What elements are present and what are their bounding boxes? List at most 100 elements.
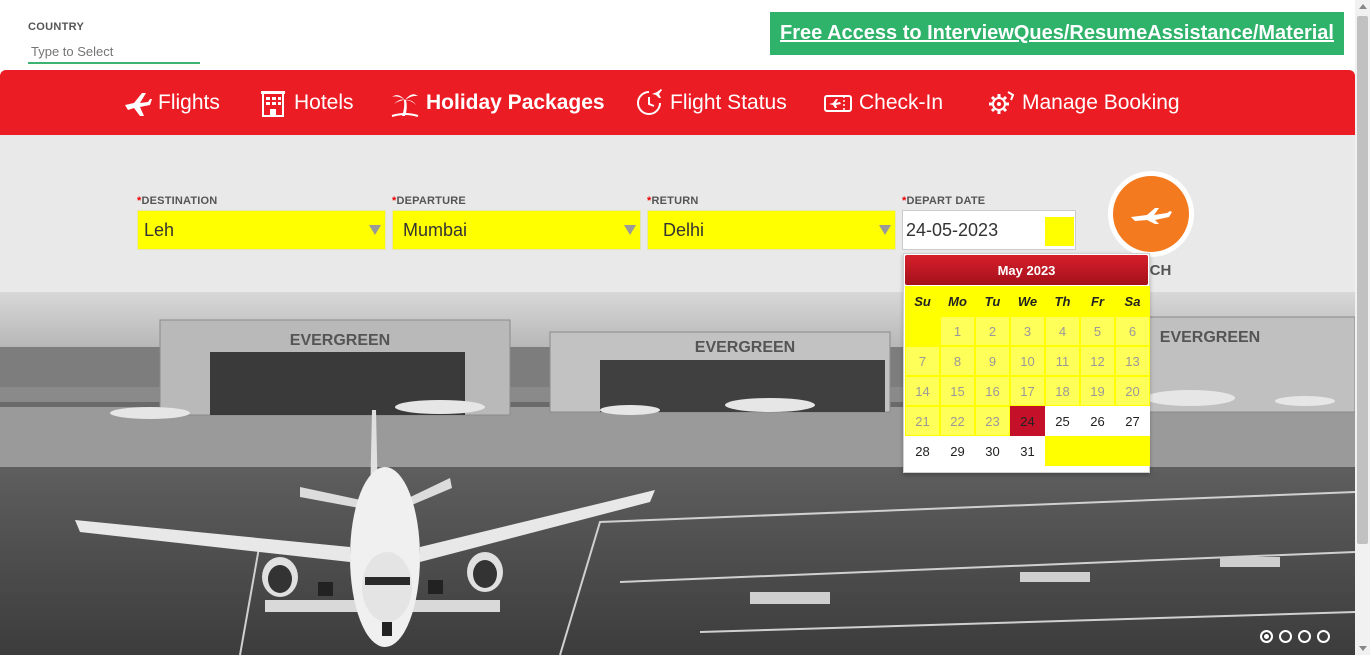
scroll-up-arrow-icon[interactable] (1359, 4, 1367, 9)
carousel-dot[interactable] (1260, 630, 1273, 643)
carousel-dots (1260, 630, 1330, 643)
weekday-label: Mo (940, 286, 975, 316)
clock-plane-icon (634, 88, 664, 118)
hangar-sign: EVERGREEN (695, 339, 795, 356)
nav-check-in[interactable]: Check-In (823, 86, 943, 120)
weekday-label: Tu (975, 286, 1010, 316)
weekday-label: Th (1045, 286, 1080, 316)
datepicker-empty-cell (905, 316, 940, 346)
departure-value: Mumbai (403, 219, 468, 240)
return-label: *RETURN (647, 195, 699, 207)
nav-holiday-packages[interactable]: Holiday Packages (390, 86, 605, 120)
datepicker-day-disabled: 7 (905, 346, 940, 376)
datepicker-week-row: 123456 (905, 316, 1150, 346)
nav-hotels-label: Hotels (294, 91, 354, 114)
airport-scene: EVERGREEN EVERGREEN EVERGREEN (0, 292, 1355, 655)
datepicker-day-disabled: 14 (905, 376, 940, 406)
datepicker-week-row: 21 22 23 24 25 26 27 (905, 406, 1150, 436)
destination-value: Leh (144, 219, 175, 240)
datepicker-week-row: 28 29 30 31 (905, 436, 1150, 466)
datepicker-day[interactable]: 31 (1010, 436, 1045, 466)
nav-flights-label: Flights (158, 91, 220, 114)
scrollbar-thumb[interactable] (1357, 16, 1368, 544)
datepicker-day-disabled: 2 (975, 316, 1010, 346)
nav-hotels[interactable]: Hotels (258, 86, 354, 120)
datepicker-day-disabled: 18 (1045, 376, 1080, 406)
gear-icon (986, 88, 1016, 118)
datepicker-day-disabled: 22 (940, 406, 975, 436)
nav-flights[interactable]: Flights (122, 86, 220, 120)
carousel-dot[interactable] (1317, 630, 1330, 643)
carousel-dot[interactable] (1279, 630, 1292, 643)
datepicker-day-disabled: 5 (1080, 316, 1115, 346)
weekday-label: Fr (1080, 286, 1115, 316)
datepicker-popup: May 2023 Su Mo Tu We Th Fr Sa 1 2 3 4 5 6 7 8 9 10 11 12 13… (903, 253, 1150, 473)
chevron-down-icon (879, 225, 891, 235)
return-select[interactable]: Delhi (647, 210, 896, 250)
promo-link[interactable]: Free Access to InterviewQues/ResumeAssis… (770, 12, 1344, 55)
datepicker-day-disabled: 10 (1010, 346, 1045, 376)
datepicker-day-disabled: 17 (1010, 376, 1045, 406)
scroll-down-arrow-icon[interactable] (1359, 646, 1367, 651)
datepicker-day-disabled: 23 (975, 406, 1010, 436)
palm-tree-icon (390, 88, 420, 118)
datepicker-day[interactable]: 29 (940, 436, 975, 466)
datepicker-day[interactable]: 25 (1045, 406, 1080, 436)
ticket-icon (823, 88, 853, 118)
datepicker-day-disabled: 11 (1045, 346, 1080, 376)
datepicker-day-disabled: 12 (1080, 346, 1115, 376)
nav-manage-booking-label: Manage Booking (1022, 91, 1180, 114)
carousel-dot[interactable] (1298, 630, 1311, 643)
datepicker-day-disabled: 3 (1010, 316, 1045, 346)
depart-date-value: 24-05-2023 (906, 219, 999, 240)
nav-flight-status-label: Flight Status (670, 91, 787, 114)
weekday-label: We (1010, 286, 1045, 316)
calendar-icon[interactable] (1045, 217, 1074, 246)
search-button[interactable] (1108, 171, 1194, 257)
datepicker-day-disabled: 20 (1115, 376, 1150, 406)
hotel-icon (258, 88, 288, 118)
nav-check-in-label: Check-In (859, 91, 944, 114)
main-nav: Flights Hotels Holiday Packages Flight S… (0, 70, 1355, 135)
destination-label: *DESTINATION (137, 195, 218, 207)
return-value: Delhi (663, 219, 705, 240)
datepicker-day-disabled: 4 (1045, 316, 1080, 346)
datepicker-month-title: May 2023 (905, 255, 1148, 285)
nav-holiday-packages-label: Holiday Packages (426, 91, 605, 114)
chevron-down-icon (369, 225, 381, 235)
hero-image: EVERGREEN EVERGREEN EVERGREEN (0, 292, 1355, 655)
plane-icon (1131, 208, 1172, 224)
departure-select[interactable]: Mumbai (392, 210, 641, 250)
chevron-down-icon (624, 225, 636, 235)
hangar-sign: EVERGREEN (1160, 329, 1260, 346)
country-input[interactable] (28, 40, 200, 64)
datepicker-day-disabled: 16 (975, 376, 1010, 406)
scrollbar[interactable] (1355, 0, 1370, 655)
datepicker-weekday-row: Su Mo Tu We Th Fr Sa (905, 286, 1150, 316)
depart-date-label: *DEPART DATE (902, 195, 986, 207)
datepicker-day-disabled: 1 (940, 316, 975, 346)
nav-flight-status[interactable]: Flight Status (634, 86, 787, 120)
hangar-sign: EVERGREEN (290, 332, 390, 349)
datepicker-empty-cell (1080, 436, 1115, 466)
datepicker-empty-cell (1045, 436, 1080, 466)
datepicker-day-disabled: 15 (940, 376, 975, 406)
datepicker-empty-cell (1115, 436, 1150, 466)
top-bar: COUNTRY Free Access to InterviewQues/Res… (0, 0, 1355, 70)
datepicker-day-disabled: 9 (975, 346, 1010, 376)
datepicker-day[interactable]: 26 (1080, 406, 1115, 436)
nav-manage-booking[interactable]: Manage Booking (986, 86, 1180, 120)
departure-label: *DEPARTURE (392, 195, 466, 207)
datepicker-day-disabled: 21 (905, 406, 940, 436)
weekday-label: Su (905, 286, 940, 316)
datepicker-day[interactable]: 28 (905, 436, 940, 466)
datepicker-day[interactable]: 30 (975, 436, 1010, 466)
destination-select[interactable]: Leh (137, 210, 386, 250)
plane-icon (122, 88, 152, 118)
datepicker-day-selected[interactable]: 24 (1010, 406, 1045, 436)
datepicker-day-disabled: 8 (940, 346, 975, 376)
datepicker-week-row: 14 15 16 17 18 19 20 (905, 376, 1150, 406)
datepicker-day[interactable]: 27 (1115, 406, 1150, 436)
weekday-label: Sa (1115, 286, 1150, 316)
datepicker-week-row: 7 8 9 10 11 12 13 (905, 346, 1150, 376)
